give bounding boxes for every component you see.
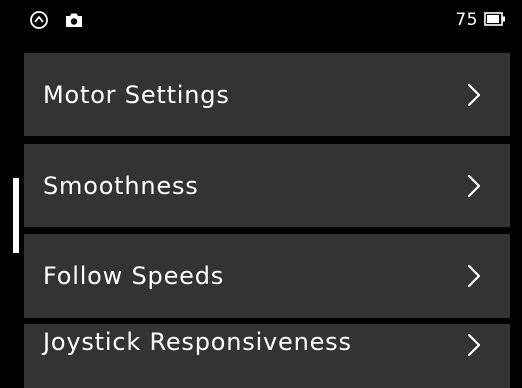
menu-item-label: Follow Speeds <box>43 262 225 290</box>
menu-item-label: Motor Settings <box>43 80 230 109</box>
menu-item-motor-settings[interactable]: Motor Settings <box>24 53 510 136</box>
menu-item-smoothness[interactable]: Smoothness <box>24 144 510 227</box>
chevron-right-icon <box>464 263 484 289</box>
menu-item-joystick-responsiveness[interactable]: Joystick Responsiveness <box>24 324 510 388</box>
menu-item-label: Smoothness <box>43 171 199 200</box>
menu-item-follow-speeds[interactable]: Follow Speeds <box>24 234 510 318</box>
chevron-right-icon <box>464 173 484 199</box>
settings-menu: Motor Settings Smoothness Follow Speeds … <box>0 0 522 388</box>
settings-screen: 75 Motor Settings Smoothness Follow Spee… <box>0 0 522 388</box>
chevron-right-icon <box>464 332 484 358</box>
chevron-right-icon <box>464 82 484 108</box>
menu-item-label: Joystick Responsiveness <box>43 328 352 356</box>
